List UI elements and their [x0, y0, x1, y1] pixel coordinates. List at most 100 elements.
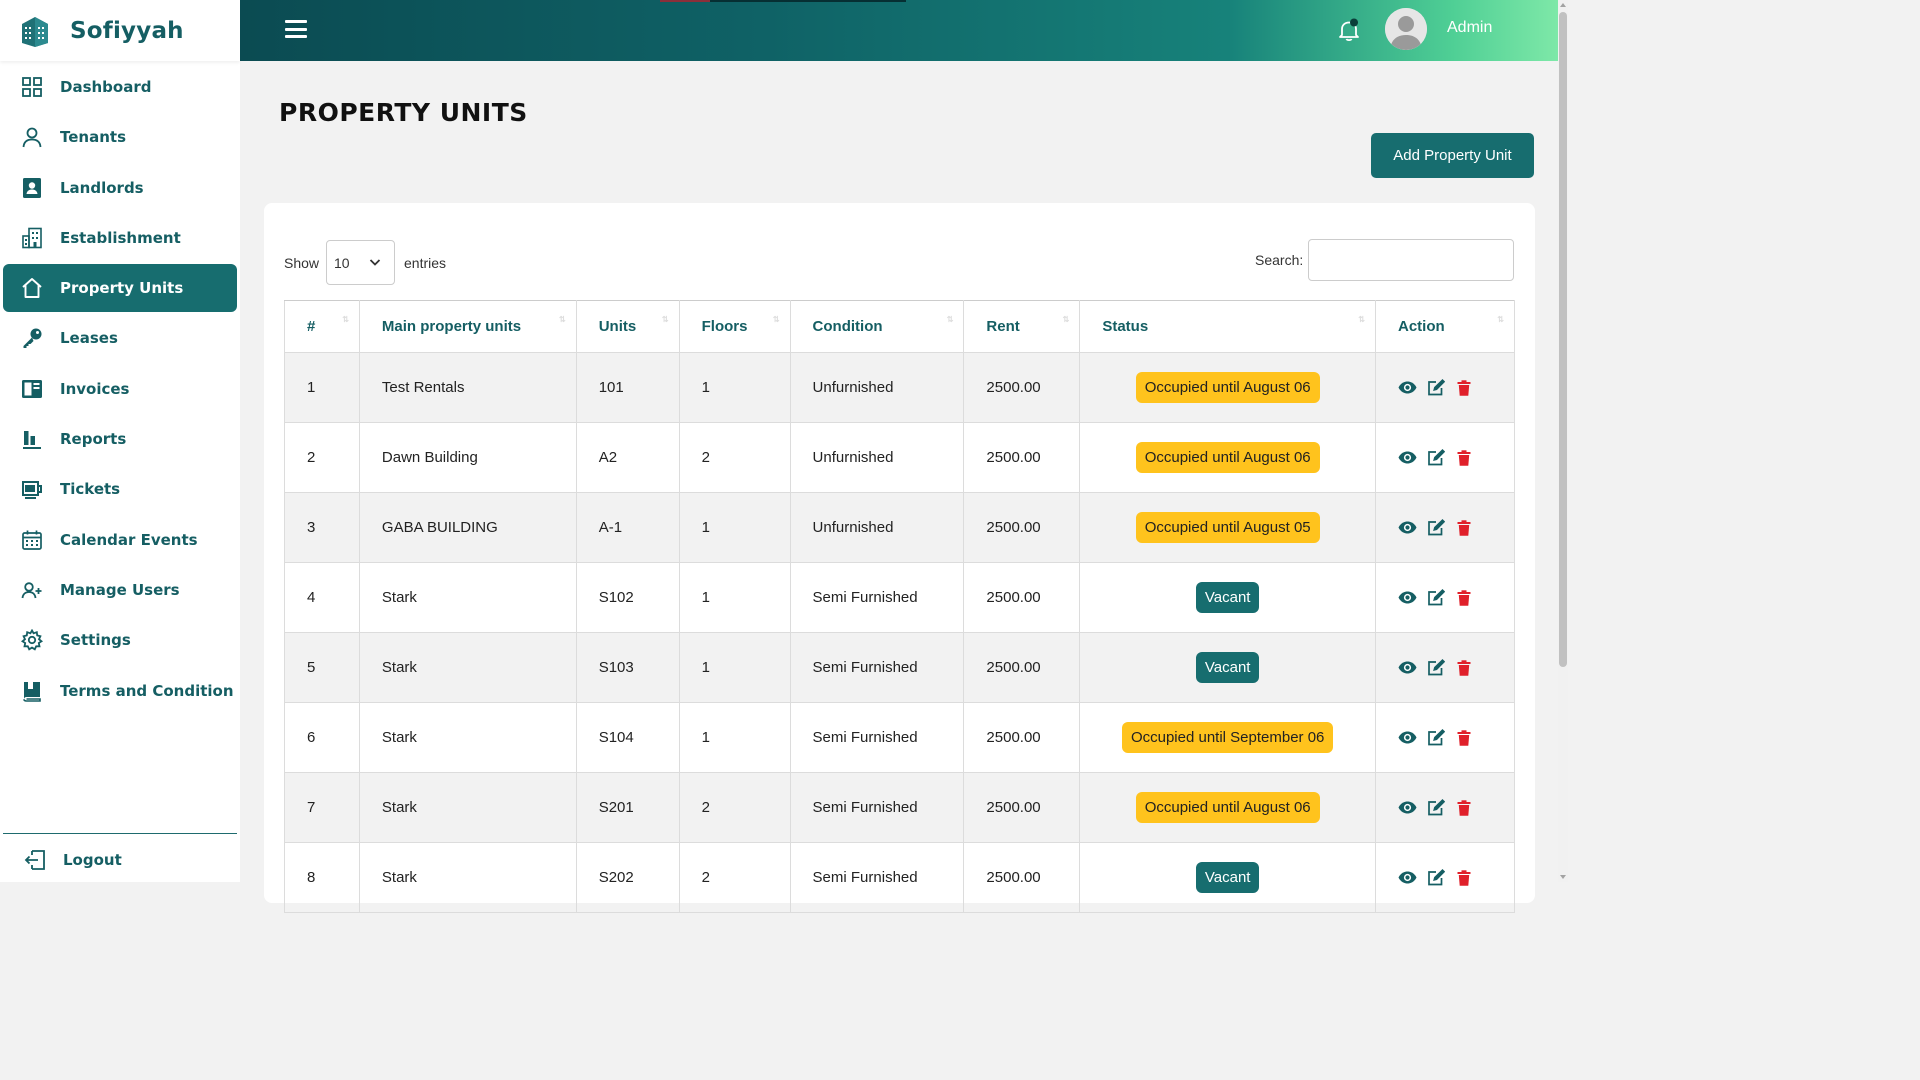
cell-floors: 2 — [678, 422, 791, 493]
column-header-status[interactable]: Status ⇅ — [1079, 300, 1376, 353]
column-header-action[interactable]: Action ⇅ — [1375, 300, 1515, 353]
column-header-condition[interactable]: Condition ⇅ — [789, 300, 965, 353]
brand[interactable]: Sofiyyah — [0, 0, 240, 61]
cell-main-property: Stark — [358, 772, 577, 843]
cell-status: Occupied until September 06 — [1079, 702, 1376, 773]
delete-icon[interactable] — [1454, 379, 1473, 397]
avatar[interactable] — [1385, 8, 1427, 50]
logout-label: Logout — [63, 851, 122, 869]
cell-rent: 2500.00 — [963, 842, 1081, 913]
edit-icon[interactable] — [1426, 519, 1445, 537]
user-name[interactable]: Admin — [1447, 19, 1492, 37]
delete-icon[interactable] — [1454, 449, 1473, 467]
chevron-down-icon — [369, 259, 381, 266]
notification-bell-icon[interactable] — [1338, 18, 1360, 42]
view-icon[interactable] — [1398, 449, 1417, 467]
gear-icon — [20, 628, 44, 652]
sort-icon: ⇅ — [1358, 315, 1365, 324]
view-icon[interactable] — [1398, 729, 1417, 747]
view-icon[interactable] — [1398, 659, 1417, 677]
table-row: 6 Stark S104 1 Semi Furnished 2500.00 Oc… — [284, 702, 1515, 773]
sidebar-item-tickets[interactable]: Tickets — [3, 465, 237, 513]
column-header-label: Floors — [701, 318, 748, 335]
view-icon[interactable] — [1398, 519, 1417, 537]
edit-icon[interactable] — [1426, 729, 1445, 747]
page-title: PROPERTY UNITS — [279, 98, 528, 127]
cell-unit: S104 — [575, 702, 680, 773]
cell-number: 3 — [284, 492, 360, 563]
search-input[interactable] — [1308, 239, 1514, 281]
table-row: 1 Test Rentals 101 1 Unfurnished 2500.00… — [284, 352, 1515, 423]
edit-icon[interactable] — [1426, 449, 1445, 467]
scrollbar-thumb[interactable] — [1559, 12, 1567, 667]
edit-icon[interactable] — [1426, 799, 1445, 817]
sidebar-item-tenants[interactable]: Tenants — [3, 113, 237, 161]
sidebar-nav: Dashboard Tenants Landlords Establishmen… — [0, 63, 240, 717]
column-header-number[interactable]: # ⇅ — [284, 300, 360, 353]
view-icon[interactable] — [1398, 869, 1417, 887]
book-icon — [20, 679, 44, 703]
cell-rent: 2500.00 — [963, 772, 1081, 843]
edit-icon[interactable] — [1426, 379, 1445, 397]
menu-toggle-icon[interactable] — [285, 20, 307, 40]
cell-status: Vacant — [1079, 632, 1376, 703]
scroll-down-icon[interactable] — [1560, 875, 1566, 879]
view-icon[interactable] — [1398, 589, 1417, 607]
cell-condition: Unfurnished — [789, 492, 965, 563]
sidebar-item-invoices[interactable]: Invoices — [3, 365, 237, 413]
cell-floors: 1 — [678, 562, 791, 633]
sort-icon: ⇅ — [1497, 315, 1504, 324]
sidebar-item-calendar-events[interactable]: Calendar Events — [3, 516, 237, 564]
status-badge: Occupied until August 06 — [1135, 442, 1320, 473]
cell-unit: S102 — [575, 562, 680, 633]
column-header-rent[interactable]: Rent ⇅ — [963, 300, 1081, 353]
delete-icon[interactable] — [1454, 659, 1473, 677]
cell-number: 2 — [284, 422, 360, 493]
cell-number: 6 — [284, 702, 360, 773]
sidebar-item-landlords[interactable]: Landlords — [3, 164, 237, 212]
sort-icon: ⇅ — [772, 315, 780, 324]
delete-icon[interactable] — [1454, 589, 1473, 607]
cell-condition: Semi Furnished — [789, 842, 965, 913]
sidebar-item-label: Landlords — [60, 178, 144, 197]
sidebar-item-manage-users[interactable]: Manage Users — [3, 566, 237, 614]
view-icon[interactable] — [1398, 379, 1417, 397]
add-property-unit-button[interactable]: Add Property Unit — [1371, 133, 1534, 178]
scroll-up-icon[interactable] — [1560, 3, 1566, 7]
view-icon[interactable] — [1398, 799, 1417, 817]
add-user-icon — [20, 578, 44, 602]
delete-icon[interactable] — [1454, 799, 1473, 817]
sidebar-item-label: Terms and Condition — [60, 681, 234, 700]
edit-icon[interactable] — [1426, 659, 1445, 677]
sidebar-item-settings[interactable]: Settings — [3, 616, 237, 664]
entries-select[interactable]: 10 — [326, 240, 395, 285]
sidebar-item-leases[interactable]: Leases — [3, 314, 237, 362]
sort-icon: ⇅ — [1062, 315, 1070, 324]
delete-icon[interactable] — [1454, 729, 1473, 747]
cell-unit: S201 — [575, 772, 680, 843]
sidebar-item-terms-and-condition[interactable]: Terms and Condition — [3, 667, 237, 715]
status-badge: Vacant — [1195, 582, 1260, 613]
search-label: Search: — [1255, 252, 1304, 268]
column-header-main-property-units[interactable]: Main property units ⇅ — [358, 300, 577, 353]
sidebar-divider — [3, 833, 237, 834]
sidebar-item-establishment[interactable]: Establishment — [3, 214, 237, 262]
column-header-floors[interactable]: Floors ⇅ — [678, 300, 791, 353]
column-header-label: Action — [1398, 318, 1445, 335]
edit-icon[interactable] — [1426, 869, 1445, 887]
page-scrollbar[interactable] — [1558, 0, 1568, 882]
dashboard-grid-icon — [20, 75, 44, 99]
cell-main-property: Test Rentals — [358, 352, 577, 423]
cell-actions — [1375, 842, 1515, 913]
sidebar: Sofiyyah Dashboard Tenants Landlords Est… — [0, 0, 240, 882]
column-header-label: Status — [1102, 318, 1149, 335]
sidebar-item-dashboard[interactable]: Dashboard — [3, 63, 237, 111]
sidebar-item-reports[interactable]: Reports — [3, 415, 237, 463]
column-header-units[interactable]: Units ⇅ — [575, 300, 680, 353]
status-badge: Occupied until August 05 — [1135, 512, 1320, 543]
logout-button[interactable]: Logout — [6, 836, 240, 884]
sidebar-item-property-units[interactable]: Property Units — [3, 264, 237, 313]
edit-icon[interactable] — [1426, 589, 1445, 607]
delete-icon[interactable] — [1454, 869, 1473, 887]
delete-icon[interactable] — [1454, 519, 1473, 537]
